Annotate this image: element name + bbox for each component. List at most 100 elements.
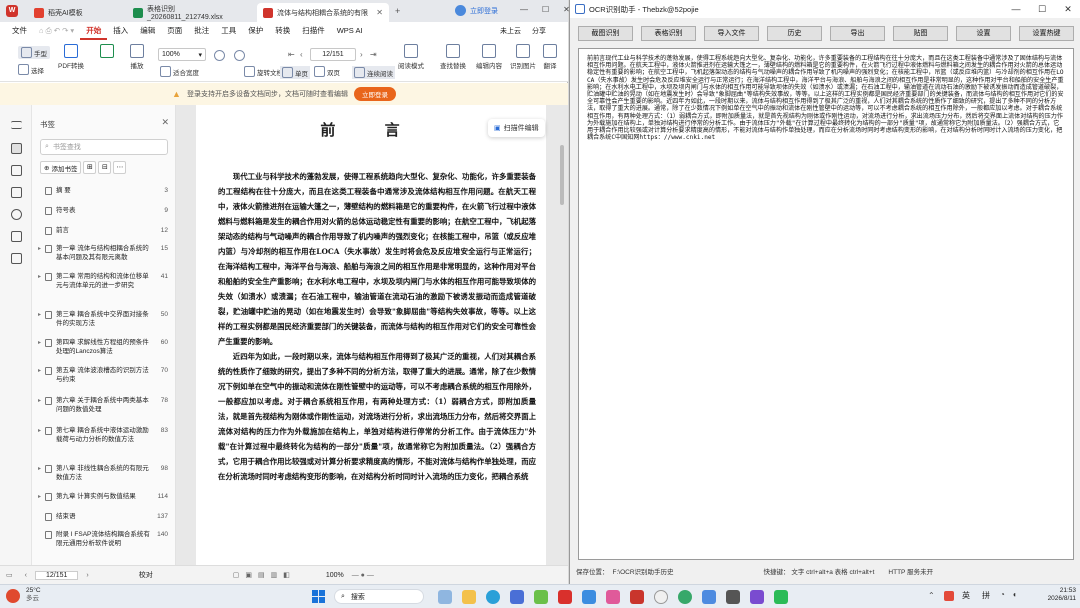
bookmark-item[interactable]: 符号表 9 [38,207,168,216]
new-tab-icon[interactable]: + [395,6,400,16]
zoom-out-icon[interactable] [214,50,225,61]
menu-icon[interactable] [11,121,22,129]
ocr-result-textarea[interactable]: 前前言现代工业与科学技术的蓬勃发展，使得工程系统趋向大型化、复杂化、功能化，许多… [578,48,1074,560]
zoom-in-icon[interactable] [234,50,245,61]
app-icon[interactable] [630,590,644,604]
single-page-button[interactable]: 单页 [280,66,310,79]
ime-mode-indicator[interactable]: 拼 [982,590,990,601]
menu-edit[interactable]: 编辑 [134,22,161,40]
prev-page-icon[interactable]: ‹ [25,572,27,579]
more-icon[interactable]: ⋯ [113,161,127,174]
bookmark-item[interactable]: ▸ 第一章 流体与结构相耦合系统的基本问题及其有限元离散 15 [38,245,168,262]
expand-arrow-icon[interactable]: ▸ [38,311,44,320]
export-button[interactable]: 导出 [830,26,885,41]
table-ocr-button[interactable]: 表格识别 [641,26,696,41]
translate-button[interactable]: 翻译 [543,44,557,70]
expand-arrow-icon[interactable]: ▸ [38,465,44,474]
tray-chevron-icon[interactable]: ⌃ [928,591,935,600]
play-button[interactable]: 播放 [130,44,144,70]
rotate-button[interactable]: 旋转文档 [244,66,283,77]
cloud-status[interactable]: 未上云 [500,26,521,36]
page-input[interactable]: 12/151 [310,48,356,61]
tool-group-a[interactable] [100,44,114,58]
maximize-icon[interactable]: ☐ [542,5,549,14]
bookmark-item[interactable]: ▸ 第三章 耦合系统中交界面对接条件的实现方法 50 [38,311,168,328]
continuous-read-button[interactable]: 连续阅读 [352,66,395,79]
tab-docer-ai[interactable]: 稻壳AI模板 [28,3,123,22]
expand-arrow-icon[interactable]: ▸ [38,397,44,406]
history-button[interactable]: 历史 [767,26,822,41]
fit-width-button[interactable]: 适合宽度 [160,66,199,77]
taskbar-search[interactable]: ⌕ 搜索 [334,589,424,604]
wechat-icon[interactable] [774,590,788,604]
chrome-icon[interactable] [654,590,668,604]
expand-arrow-icon[interactable]: ▸ [38,367,44,376]
hand-tool-button[interactable]: 手型 [18,46,50,59]
vertical-scrollbar[interactable] [560,145,564,205]
document-viewport[interactable]: 前 言 现代工业与科学技术的蓬勃发展，使得工程系统趋向大型化、复杂化、功能化，许… [176,105,568,565]
menu-convert[interactable]: 转换 [269,22,296,40]
view-mode-icons[interactable]: ▢▣▤▥◧ [233,571,296,579]
start-icon[interactable] [312,590,325,603]
signature-icon[interactable] [11,231,22,242]
expand-arrow-icon[interactable]: ▸ [38,339,44,348]
bookmark-item[interactable]: ▸ 第五章 流体波浪槽态的识别方法与约束 70 [38,367,168,384]
menu-scan[interactable]: 扫描件 [296,22,331,40]
bookmark-item[interactable]: 附录 I FSAP流体结构耦合系统有限元通用分析软件说明 140 [38,531,168,548]
scan-edit-button[interactable]: ▣ 扫描件编辑 [488,119,545,137]
expand-icon[interactable]: ⊞ [83,161,97,174]
sidebar-toggle-icon[interactable]: ▭ [6,571,13,579]
expand-arrow-icon[interactable]: ▸ [38,427,44,436]
menu-protect[interactable]: 保护 [242,22,269,40]
clock[interactable]: 21:53 2026/8/11 [1026,587,1076,603]
zoom-slider[interactable]: — ● — [352,572,374,579]
weather-icon[interactable] [6,589,20,603]
save-location-path[interactable]: F:\OCR识别助手历史 [613,566,674,576]
menu-tools[interactable]: 工具 [215,22,242,40]
last-page-icon[interactable]: ⇥ [370,50,377,59]
expand-arrow-icon[interactable]: ▸ [38,245,44,254]
settings-button[interactable]: 设置 [956,26,1011,41]
read-mode-button[interactable]: 阅读模式 [398,44,424,70]
proof-button[interactable]: 校对 [139,570,153,580]
bookmark-item[interactable]: ▸ 第八章 非线性耦合系统的有限元数值方法 98 [38,465,168,482]
bookmark-icon[interactable] [11,143,22,154]
collapse-icon[interactable]: ⊟ [98,161,112,174]
file-explorer-icon[interactable] [462,590,476,604]
store-icon[interactable] [510,590,524,604]
edge-icon[interactable] [486,590,500,604]
hotkey-settings-button[interactable]: 设置热键 [1019,26,1074,41]
comment-icon[interactable] [11,187,22,198]
bookmark-item[interactable]: 摘 要 3 [38,187,168,196]
screenshot-ocr-button[interactable]: 截图识别 [578,26,633,41]
close-icon[interactable]: ✕ [376,8,383,17]
next-page-icon[interactable]: › [360,50,363,59]
bookmark-item[interactable]: 前言 12 [38,227,168,236]
ime-indicator[interactable]: 英 [962,590,970,601]
close-window-icon[interactable]: ✕ [1055,0,1080,18]
double-page-button[interactable]: 双页 [314,66,340,77]
bookmark-item[interactable]: ▸ 第二章 常用的结构和流体位移单元与流体单元的进一步研究 41 [38,273,168,290]
app-icon[interactable] [582,590,596,604]
ocr-image-button[interactable]: 识别图片 [510,44,536,70]
login-link[interactable]: 立即登录 [470,6,498,16]
import-file-button[interactable]: 导入文件 [704,26,759,41]
app-icon[interactable] [606,590,620,604]
app-icon[interactable] [678,590,692,604]
wps-logo-icon[interactable]: W [6,5,18,17]
expand-arrow-icon[interactable]: ▸ [38,493,44,502]
network-icon[interactable]: ◔ [1000,590,1005,599]
menu-comment[interactable]: 批注 [188,22,215,40]
bookmark-item[interactable]: 结束语 137 [38,513,168,522]
zoom-select[interactable]: 100% ▾ [158,48,206,61]
first-page-icon[interactable]: ⇤ [288,50,295,59]
pin-image-button[interactable]: 贴图 [893,26,948,41]
bookmark-item[interactable]: ▸ 第七章 耦合系统中液体运动激励载荷与动力分析的数值方法 83 [38,427,168,444]
notice-login-button[interactable]: 立即登录 [353,87,396,101]
volume-icon[interactable]: ◖ [1012,590,1017,599]
tab-xlsx[interactable]: 表格识别_20260811_212749.xlsx [127,3,255,22]
share-button[interactable]: 分享 [532,26,546,36]
tray-app-icon[interactable] [944,591,954,601]
menu-file[interactable]: 文件 [6,22,33,40]
close-icon[interactable]: ✕ [161,117,169,128]
